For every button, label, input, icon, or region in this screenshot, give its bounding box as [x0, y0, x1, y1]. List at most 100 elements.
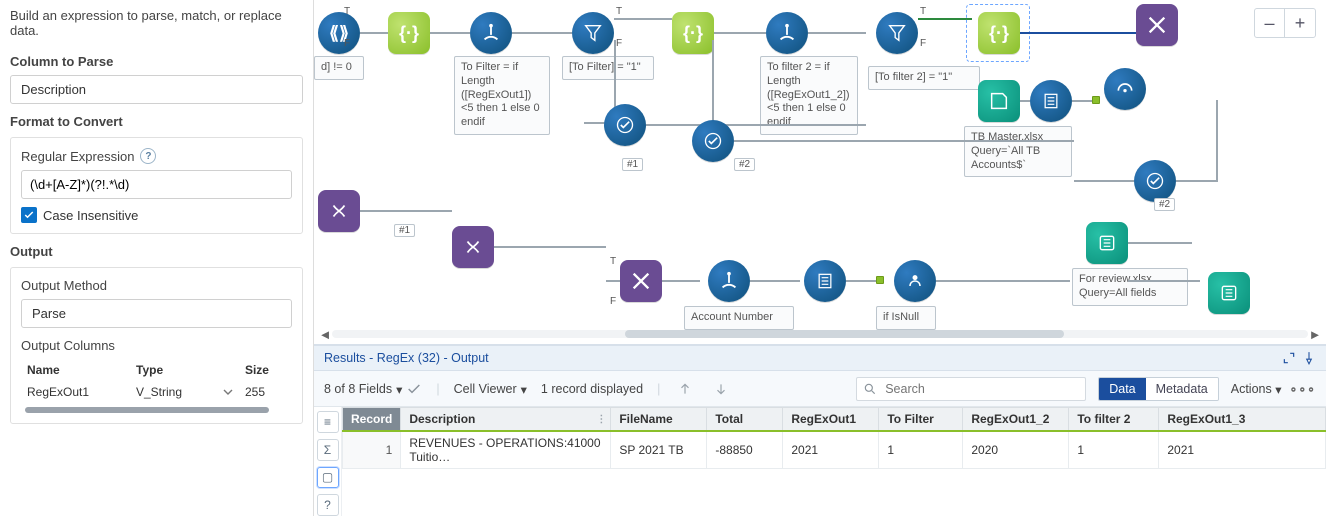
tool-formula-2[interactable]: [766, 12, 808, 54]
zoom-in-button[interactable]: +: [1285, 9, 1315, 37]
annotation-tbmaster: TB Master.xlsx Query=`All TB Accounts$`: [964, 126, 1072, 177]
view-help-icon[interactable]: ?: [317, 494, 339, 516]
edge-label-1b: #1: [394, 224, 415, 237]
tool-filter-1a[interactable]: {·}: [388, 12, 430, 54]
chevron-down-icon[interactable]: ▾: [521, 382, 527, 397]
search-icon: [863, 382, 877, 396]
outcol-header-type: Type: [130, 359, 239, 381]
port-label-t: T: [344, 6, 350, 17]
format-group: Regular Expression ? Case Insensitive: [10, 137, 303, 234]
col-regexout1[interactable]: RegExOut1: [783, 408, 879, 432]
canvas-horizontal-scrollbar[interactable]: ◄ ►: [318, 326, 1322, 342]
scroll-right-icon[interactable]: ►: [1308, 327, 1322, 341]
outcol-name: RegExOut1: [21, 381, 130, 403]
col-filename[interactable]: FileName: [611, 408, 707, 432]
tool-filter-2a[interactable]: {·}: [672, 12, 714, 54]
tool-join-row3[interactable]: [620, 260, 662, 302]
pin-icon[interactable]: [1302, 351, 1316, 365]
chevron-down-icon[interactable]: [223, 387, 233, 397]
annotation-tofilter1: To Filter = if Length ([RegExOut1])<5 th…: [454, 56, 550, 135]
tool-filter-1b[interactable]: [572, 12, 614, 54]
outcol-row[interactable]: RegExOut1 V_String 255: [21, 381, 292, 403]
col-tofilter[interactable]: To Filter: [879, 408, 963, 432]
workflow-canvas[interactable]: – + ⟪⟫ T F d] != 0 {·} To Filter = if Le…: [314, 0, 1326, 345]
expand-icon[interactable]: [1282, 351, 1296, 365]
prev-record-button[interactable]: [674, 378, 696, 400]
label-output: Output: [10, 244, 303, 259]
column-to-parse-select[interactable]: Description: [10, 75, 303, 104]
tool-cleanse-3[interactable]: [1134, 160, 1176, 202]
table-row[interactable]: 1 REVENUES - OPERATIONS:41000 Tuitio… SP…: [343, 431, 1326, 469]
tool-cleanse-1[interactable]: [604, 104, 646, 146]
tool-browse-top[interactable]: [1104, 68, 1146, 110]
cell-viewer-label[interactable]: Cell Viewer: [454, 382, 517, 396]
scroll-left-icon[interactable]: ◄: [318, 327, 332, 341]
edge-label-2: #2: [734, 158, 755, 171]
view-list-icon[interactable]: ≡: [317, 411, 339, 433]
col-total[interactable]: Total: [707, 408, 783, 432]
tool-filter-2b[interactable]: [876, 12, 918, 54]
tool-regex-selected[interactable]: {·}: [978, 12, 1020, 54]
outcol-type: V_String: [136, 385, 182, 399]
seg-metadata[interactable]: Metadata: [1146, 378, 1218, 400]
tool-cleanse-2[interactable]: [692, 120, 734, 162]
label-output-columns: Output Columns: [21, 338, 115, 353]
port-label-f: F: [616, 38, 622, 49]
records-displayed: 1 record displayed: [541, 382, 643, 396]
seg-data[interactable]: Data: [1099, 378, 1145, 400]
port-label-f: F: [344, 38, 350, 49]
tool-formula-row3[interactable]: [708, 260, 750, 302]
zoom-out-button[interactable]: –: [1255, 9, 1285, 37]
regex-input[interactable]: [21, 170, 292, 199]
tool-regex-row2[interactable]: [318, 190, 360, 232]
tool-dynamic-rename[interactable]: ⟪⟫: [318, 12, 360, 54]
zoom-controls: – +: [1254, 8, 1316, 38]
tool-select-tbmaster[interactable]: [1030, 80, 1072, 122]
col-tofilter2[interactable]: To filter 2: [1069, 408, 1159, 432]
col-regexout1-2[interactable]: RegExOut1_2: [963, 408, 1069, 432]
case-insensitive-label: Case Insensitive: [43, 208, 138, 223]
output-method-value: Parse: [32, 306, 66, 321]
chevron-down-icon[interactable]: ▾: [396, 382, 402, 397]
tool-output-forreview-b[interactable]: [1208, 272, 1250, 314]
tool-regex-row2b[interactable]: [452, 226, 494, 268]
more-menu-icon[interactable]: ∘∘∘: [1290, 381, 1316, 396]
col-record[interactable]: Record: [343, 408, 401, 432]
results-title: Results - RegEx (32) - Output: [324, 351, 489, 365]
fields-count: 8 of 8 Fields: [324, 382, 392, 396]
next-record-button[interactable]: [710, 378, 732, 400]
label-format-to-convert: Format to Convert: [10, 114, 303, 129]
output-group: Output Method Parse Output Columns Name …: [10, 267, 303, 424]
help-icon[interactable]: ?: [140, 148, 156, 164]
checkmark-icon[interactable]: [406, 381, 422, 397]
port-label-t: T: [616, 6, 622, 17]
horizontal-scrollbar[interactable]: [25, 407, 269, 413]
col-regexout1-3[interactable]: RegExOut1_3: [1159, 408, 1326, 432]
actions-menu[interactable]: Actions ▾: [1231, 381, 1282, 396]
search-input[interactable]: [883, 381, 1079, 397]
tool-join[interactable]: [1136, 4, 1178, 46]
annotation-tofilter2-eq: [To filter 2] = "1": [868, 66, 980, 90]
view-note-icon[interactable]: ▢: [317, 467, 339, 489]
results-grid[interactable]: Record Description⋮ FileName Total RegEx…: [342, 407, 1326, 516]
cell-regexout1-3: 2021: [1159, 431, 1326, 469]
tool-cleanse-row3[interactable]: [894, 260, 936, 302]
view-sigma-icon[interactable]: Σ: [317, 439, 339, 461]
config-panel: Build an expression to parse, match, or …: [0, 0, 314, 516]
data-metadata-toggle[interactable]: Data Metadata: [1098, 377, 1219, 401]
tool-select-row3[interactable]: [804, 260, 846, 302]
config-intro: Build an expression to parse, match, or …: [10, 4, 303, 44]
output-method-select[interactable]: Parse: [21, 299, 292, 328]
results-view-toolbar: ≡ Σ ▢ ?: [314, 407, 342, 516]
search-input-wrap[interactable]: [856, 377, 1086, 401]
case-insensitive-checkbox[interactable]: Case Insensitive: [21, 207, 292, 223]
annotation-tofilter-eq: [To Filter] = "1": [562, 56, 654, 80]
outcol-header-size: Size: [239, 359, 292, 381]
tool-output-forreview-a[interactable]: [1086, 222, 1128, 264]
col-description[interactable]: Description⋮: [401, 408, 611, 432]
annotation-tofilter2: To filter 2 = if Length ([RegExOut1_2])<…: [760, 56, 858, 135]
tool-formula-1[interactable]: [470, 12, 512, 54]
results-title-bar: Results - RegEx (32) - Output: [314, 345, 1326, 371]
results-toolbar: 8 of 8 Fields ▾ | Cell Viewer ▾ 1 record…: [314, 371, 1326, 407]
tool-input-tbmaster[interactable]: [978, 80, 1020, 122]
